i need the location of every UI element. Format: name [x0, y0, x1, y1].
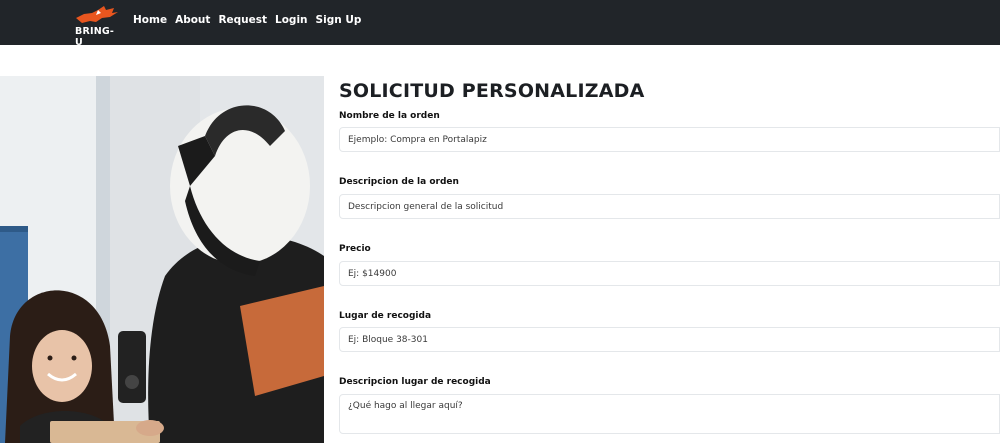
order-description-label: Descripcion de la orden: [339, 177, 459, 187]
nav-links: Home About Request Login Sign Up: [133, 14, 369, 26]
pickup-description-textarea[interactable]: [339, 394, 1000, 434]
pickup-location-label: Lugar de recogida: [339, 311, 432, 321]
brand-name: BRING-U: [75, 26, 114, 48]
price-input[interactable]: [339, 261, 1000, 286]
price-label: Precio: [339, 244, 371, 254]
nav-signup-link[interactable]: Sign Up: [316, 14, 362, 26]
nav-login-link[interactable]: Login: [275, 14, 308, 26]
order-description-input[interactable]: [339, 194, 1000, 219]
nav-home-link[interactable]: Home: [133, 14, 167, 26]
order-name-input[interactable]: [339, 127, 1000, 152]
delivery-photo: [0, 76, 324, 443]
form-title: SOLICITUD PERSONALIZADA: [339, 80, 645, 102]
pickup-description-label: Descripcion lugar de recogida: [339, 377, 491, 387]
pickup-location-input[interactable]: [339, 327, 1000, 352]
navbar: BRING-U Home About Request Login Sign Up: [0, 0, 1000, 48]
brand-logo[interactable]: BRING-U: [74, 4, 120, 48]
nav-about-link[interactable]: About: [175, 14, 210, 26]
fox-logo-icon: [76, 6, 118, 23]
order-name-label: Nombre de la orden: [339, 111, 440, 121]
nav-request-link[interactable]: Request: [218, 14, 267, 26]
